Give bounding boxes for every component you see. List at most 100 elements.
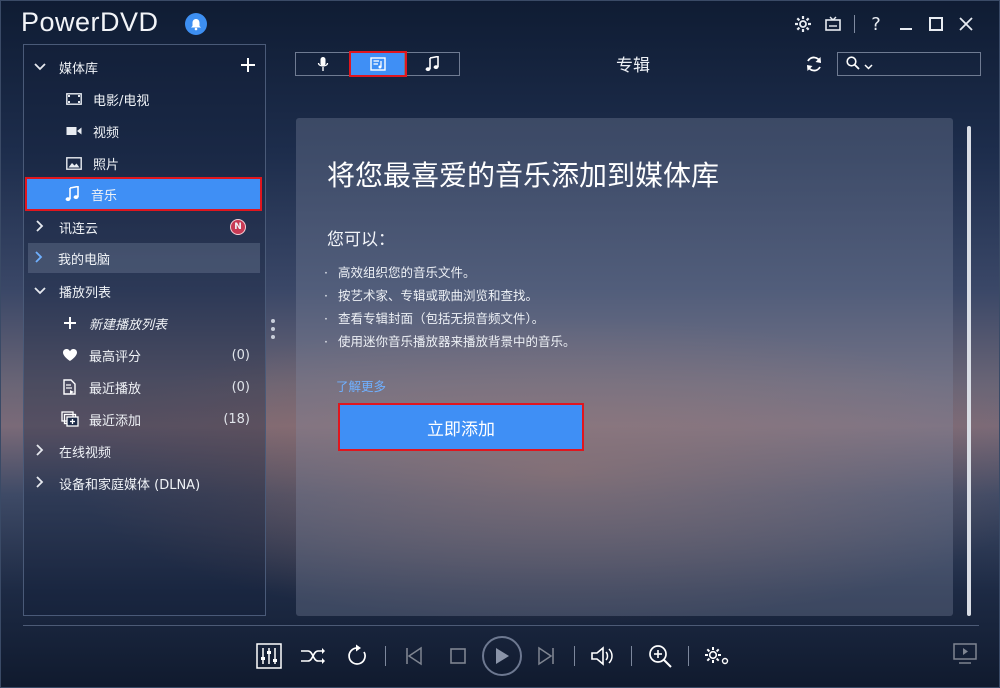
- sidebar-item-photos[interactable]: 照片: [29, 148, 260, 178]
- film-icon: [61, 93, 87, 105]
- sidebar-item-dlna[interactable]: 设备和家庭媒体 (DLNA): [29, 468, 260, 498]
- previous-icon[interactable]: [392, 635, 436, 677]
- plus-icon: [57, 316, 83, 330]
- controls-separator: [574, 646, 575, 666]
- item-count: (18): [223, 411, 250, 427]
- playback-controls: [247, 635, 739, 677]
- empty-library-card: 将您最喜爱的音乐添加到媒体库 您可以： · 高效组织您的音乐文件。 · 按艺术家、专…: [296, 118, 953, 616]
- list-item: · 按艺术家、专辑或歌曲浏览和查找。: [324, 288, 539, 303]
- music-note-icon: [425, 56, 439, 72]
- item-count: (0): [231, 347, 250, 363]
- sidebar-item-label: 设备和家庭媒体 (DLNA): [59, 477, 201, 493]
- tv-mode-icon[interactable]: [818, 11, 848, 37]
- sidebar-item-new-playlist[interactable]: 新建播放列表: [29, 308, 260, 338]
- video-camera-icon: [61, 125, 87, 137]
- maximize-icon[interactable]: [921, 11, 951, 37]
- photo-icon: [61, 156, 87, 170]
- controls-separator: [688, 646, 689, 666]
- tab-albums[interactable]: [348, 51, 408, 77]
- controls-separator: [385, 646, 386, 666]
- chevron-right-icon: [28, 250, 50, 266]
- list-item: · 查看专辑封面（包括无损音频文件）。: [324, 311, 545, 326]
- sidebar-item-movies-tv[interactable]: 电影/电视: [29, 84, 260, 114]
- controls-separator: [631, 646, 632, 666]
- sidebar-item-videos[interactable]: 视频: [29, 116, 260, 146]
- sidebar-item-label: 播放列表: [59, 285, 112, 301]
- title-separator: [854, 15, 855, 33]
- mini-player-icon[interactable]: [953, 643, 977, 669]
- tab-artists[interactable]: [296, 53, 351, 75]
- equalizer-icon[interactable]: [247, 635, 291, 677]
- zoom-icon[interactable]: [638, 635, 682, 677]
- volume-icon[interactable]: [581, 635, 625, 677]
- minimize-icon[interactable]: [891, 11, 921, 37]
- microphone-icon: [317, 57, 328, 71]
- feature-list: · 高效组织您的音乐文件。 · 按艺术家、专辑或歌曲浏览和查找。 · 查看专辑封面（包…: [324, 261, 576, 353]
- list-item: · 使用迷你音乐播放器来播放背景中的音乐。: [324, 334, 576, 349]
- sidebar-item-label: 我的电脑: [58, 252, 111, 268]
- sidebar-item-label: 讯连云: [59, 221, 99, 237]
- list-item: · 高效组织您的音乐文件。: [324, 265, 476, 280]
- sidebar-item-media-library[interactable]: 媒体库: [29, 52, 260, 82]
- sidebar-item-label: 媒体库: [59, 61, 99, 77]
- sidebar-item-cyberlink-cloud[interactable]: 讯连云 N: [29, 212, 260, 242]
- sidebar-item-label: 电影/电视: [93, 93, 150, 109]
- sidebar-item-label: 音乐: [91, 188, 118, 204]
- sidebar-item-music[interactable]: 音乐: [25, 177, 262, 211]
- sidebar-item-label: 新建播放列表: [89, 317, 168, 333]
- content-scrollbar[interactable]: [967, 126, 971, 616]
- app-title: PowerDVD: [21, 7, 159, 37]
- stop-icon[interactable]: [436, 635, 480, 677]
- sidebar-item-recently-added[interactable]: 最近添加 (18): [29, 404, 260, 434]
- close-icon[interactable]: [951, 11, 981, 37]
- bottom-divider: [23, 625, 979, 626]
- sidebar-resize-handle[interactable]: [271, 319, 277, 339]
- sidebar-item-label: 最高评分: [89, 349, 142, 365]
- help-icon[interactable]: ?: [861, 11, 891, 37]
- search-box[interactable]: [837, 52, 981, 76]
- add-library-plus-icon[interactable]: [240, 57, 256, 77]
- recent-added-icon: [57, 411, 83, 427]
- sidebar-item-recently-played[interactable]: 最近播放 (0): [29, 372, 260, 402]
- chevron-right-icon: [29, 443, 51, 459]
- recent-play-icon: [57, 379, 83, 395]
- chevron-right-icon: [29, 219, 51, 235]
- add-now-button[interactable]: 立即添加: [338, 403, 584, 451]
- card-subheading: 您可以：: [327, 230, 395, 250]
- chevron-down-icon[interactable]: [864, 55, 873, 74]
- search-input[interactable]: [877, 57, 977, 71]
- powerdvd-window: PowerDVD ? 媒体库 电影/电视 视频 照片 音乐 讯连云 N 我的电脑…: [0, 0, 1000, 688]
- notification-bell-icon[interactable]: [185, 13, 207, 35]
- album-icon: [369, 57, 386, 71]
- sidebar-item-online-videos[interactable]: 在线视频: [29, 436, 260, 466]
- sidebar-item-playlists[interactable]: 播放列表: [29, 276, 260, 306]
- sidebar-item-label: 视频: [93, 125, 120, 141]
- learn-more-link[interactable]: 了解更多: [336, 376, 386, 395]
- sidebar: 媒体库 电影/电视 视频 照片 音乐 讯连云 N 我的电脑 播放列表 新建播放列…: [23, 44, 266, 616]
- sidebar-item-label: 最近播放: [89, 381, 142, 397]
- sidebar-item-top-rated[interactable]: 最高评分 (0): [29, 340, 260, 370]
- search-icon: [846, 55, 860, 74]
- chevron-right-icon: [29, 475, 51, 491]
- player-settings-icon[interactable]: [695, 635, 739, 677]
- sidebar-item-label: 照片: [93, 157, 120, 173]
- next-icon[interactable]: [524, 635, 568, 677]
- chevron-down-icon: [29, 60, 51, 74]
- play-icon: [482, 636, 522, 676]
- music-note-icon: [59, 186, 85, 202]
- shuffle-icon[interactable]: [291, 635, 335, 677]
- card-headline: 将您最喜爱的音乐添加到媒体库: [327, 159, 720, 192]
- play-button[interactable]: [480, 635, 524, 677]
- refresh-icon[interactable]: [803, 53, 825, 75]
- tab-songs[interactable]: [405, 53, 459, 75]
- heart-icon: [57, 348, 83, 362]
- sidebar-item-label: 在线视频: [59, 445, 112, 461]
- chevron-down-icon: [29, 284, 51, 298]
- sidebar-item-my-computer[interactable]: 我的电脑: [28, 243, 260, 273]
- sidebar-item-label: 最近添加: [89, 413, 142, 429]
- repeat-icon[interactable]: [335, 635, 379, 677]
- settings-gear-icon[interactable]: [788, 11, 818, 37]
- new-badge: N: [230, 219, 246, 235]
- item-count: (0): [231, 379, 250, 395]
- view-title: 专辑: [616, 56, 650, 76]
